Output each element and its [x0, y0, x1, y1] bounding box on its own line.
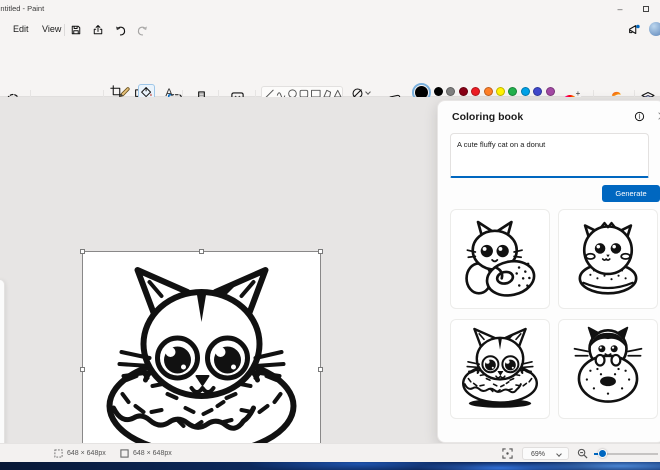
color-swatch-3F48CC[interactable] — [533, 87, 543, 96]
selection-size: 648 × 648px — [67, 450, 106, 457]
titlebar: Untitled - Paint – — [0, 0, 660, 18]
selection-size-icon — [54, 449, 63, 458]
generate-button[interactable]: Generate — [602, 185, 660, 202]
screen: Untitled - Paint – Edit View — [0, 0, 660, 470]
undo-button[interactable] — [112, 22, 128, 38]
zoom-slider-thumb[interactable] — [598, 449, 607, 458]
color-swatch-00A2E8[interactable] — [520, 87, 530, 96]
zoom-out-icon — [577, 448, 588, 459]
color-swatch-7F7F7F[interactable] — [446, 87, 456, 96]
zoom-level-dropdown[interactable]: 69% — [522, 447, 569, 460]
fit-to-window-button[interactable] — [502, 448, 513, 459]
avatar — [649, 22, 660, 36]
canvas-size: 648 × 648px — [133, 450, 172, 457]
maximize-icon — [643, 6, 649, 12]
color-swatch-FF7F27[interactable] — [483, 87, 493, 96]
share-icon — [93, 25, 103, 35]
megaphone-icon — [629, 24, 640, 35]
save-button[interactable] — [68, 22, 84, 38]
color-swatch-22B14C[interactable] — [508, 87, 518, 96]
color-swatch-ED1C24[interactable] — [471, 87, 481, 96]
thumbnail-3-art — [462, 327, 538, 409]
thumbnail-4[interactable] — [558, 319, 658, 419]
thumbnail-1-art — [465, 220, 536, 297]
zoom-level-value: 69% — [531, 451, 546, 458]
prompt-input[interactable]: A cute fluffy cat on a donut — [450, 133, 649, 178]
selection-handle-ne[interactable] — [318, 249, 323, 254]
menubar-separator — [64, 24, 65, 36]
thumbnail-2-art — [578, 221, 638, 295]
color-swatch-880015[interactable] — [458, 87, 468, 96]
save-icon — [71, 25, 81, 35]
feedback-button[interactable] — [626, 22, 642, 38]
share-button[interactable] — [90, 22, 106, 38]
fit-screen-icon — [502, 448, 513, 459]
window-title: Untitled - Paint — [0, 4, 45, 13]
account-avatar[interactable] — [648, 21, 660, 37]
redo-button[interactable] — [134, 22, 150, 38]
canvas-size-icon — [120, 449, 129, 458]
undo-icon — [115, 25, 125, 36]
thumbnail-3[interactable] — [450, 319, 550, 419]
color-swatch-000000[interactable] — [434, 87, 443, 96]
outline-chevron-icon[interactable] — [365, 89, 371, 95]
selection-handle-w[interactable] — [80, 367, 85, 372]
menu-view[interactable]: View — [37, 22, 66, 36]
thumbnail-1[interactable] — [450, 209, 550, 309]
info-icon — [634, 111, 645, 122]
drawing-canvas[interactable] — [80, 249, 323, 470]
maximize-button[interactable] — [636, 2, 656, 16]
desktop-wallpaper — [0, 462, 660, 470]
selection-handle-n[interactable] — [199, 249, 204, 254]
zoom-chevron-icon — [556, 451, 562, 457]
selection-handle-nw[interactable] — [80, 249, 85, 254]
statusbar: 648 × 648px 648 × 648px 69% — [0, 443, 660, 462]
panel-title: Coloring book — [452, 111, 524, 123]
menubar: Edit View — [0, 18, 660, 42]
paint-window: Untitled - Paint – Edit View — [0, 0, 660, 470]
thumbnail-2[interactable] — [558, 209, 658, 309]
thumbnail-4-art — [573, 326, 643, 403]
minimize-button[interactable]: – — [610, 2, 630, 16]
cat-donut-artwork — [106, 267, 297, 467]
redo-icon — [137, 25, 147, 36]
palette-row-1 — [434, 87, 555, 96]
color-swatch-FFF200[interactable] — [495, 87, 505, 96]
selection-handle-e[interactable] — [318, 367, 323, 372]
color-swatch-A349A4[interactable] — [545, 87, 555, 96]
left-flyout-panel-edge[interactable] — [0, 279, 5, 462]
info-button[interactable] — [634, 111, 645, 122]
ribbon: Selection Image Tools Brushes Stickers S… — [0, 42, 660, 133]
coloring-book-panel: Coloring book A cute fluffy cat on a don… — [437, 100, 660, 443]
menu-edit[interactable]: Edit — [8, 22, 34, 36]
zoom-out-button[interactable] — [577, 448, 588, 459]
